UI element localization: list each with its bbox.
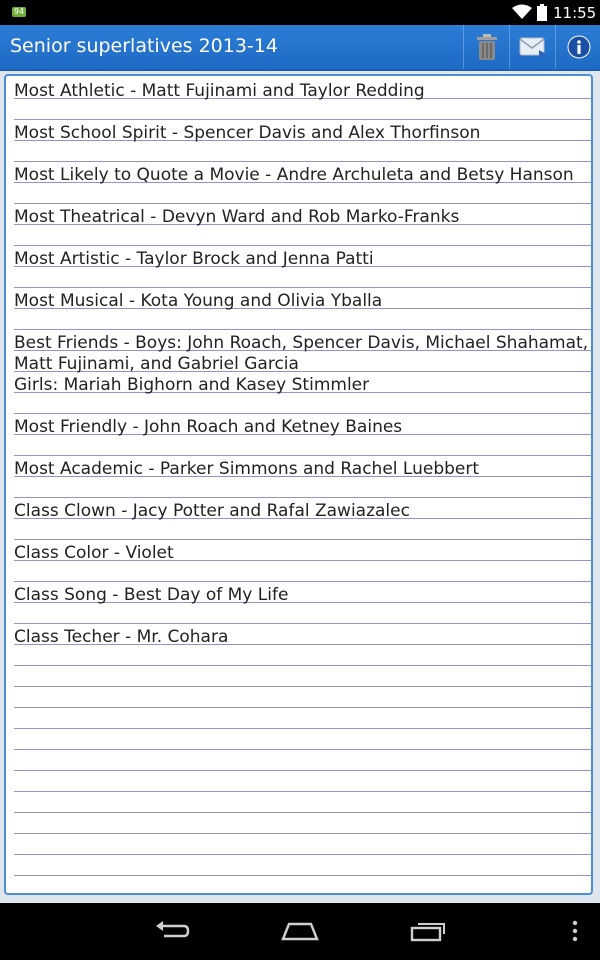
note-text-line: Most School Spirit - Spencer Davis and A… (14, 123, 481, 143)
ruled-line (14, 161, 591, 162)
back-icon (156, 921, 190, 938)
note-text-line: Most Musical - Kota Young and Olivia Yba… (14, 291, 383, 311)
ruled-line (14, 665, 591, 666)
ruled-line (14, 728, 591, 729)
ruled-line (14, 833, 591, 834)
ruled-line (14, 791, 591, 792)
note-text-line: Class Clown - Jacy Potter and Rafal Zawi… (14, 501, 410, 521)
ruled-line (14, 539, 591, 540)
ruled-line (14, 119, 591, 120)
note-text-line: Class Techer - Mr. Cohara (14, 627, 229, 647)
ruled-line (14, 875, 591, 876)
ruled-line (14, 749, 591, 750)
ruled-line (14, 686, 591, 687)
status-clock: 11:55 (553, 4, 597, 22)
mail-icon (519, 37, 546, 58)
info-button[interactable] (555, 25, 600, 69)
ruled-line (14, 329, 591, 330)
recent-apps-icon (410, 923, 445, 942)
ruled-line (14, 203, 591, 204)
note-text-line: Girls: Mariah Bighorn and Kasey Stimmler (14, 375, 370, 395)
status-bar: 94 11:55 (0, 0, 600, 25)
ruled-line (14, 770, 591, 771)
ruled-line (14, 245, 591, 246)
note-title[interactable]: Senior superlatives 2013-14 (10, 35, 278, 57)
ruled-line (14, 854, 591, 855)
note-text-line: Class Color - Violet (14, 543, 174, 563)
home-button[interactable] (275, 913, 325, 949)
battery-level-badge: 94 (12, 7, 26, 17)
ruled-line (14, 413, 591, 414)
back-button[interactable] (147, 913, 197, 949)
info-icon (567, 35, 590, 59)
overflow-menu-button[interactable] (560, 913, 590, 949)
note-text-line: Matt Fujinami, and Gabriel Garcia (14, 354, 299, 374)
email-button[interactable] (509, 25, 555, 69)
ruled-line (14, 455, 591, 456)
note-text-line: Most Academic - Parker Simmons and Rache… (14, 459, 480, 479)
wifi-icon (512, 4, 532, 19)
home-icon (281, 922, 319, 941)
ruled-line (14, 707, 591, 708)
note-editor[interactable]: Most Athletic - Matt Fujinami and Taylor… (4, 74, 593, 895)
navigation-bar (0, 903, 600, 960)
note-text-line: Most Friendly - John Roach and Ketney Ba… (14, 417, 403, 437)
note-text-line: Most Theatrical - Devyn Ward and Rob Mar… (14, 207, 460, 227)
note-text-line: Most Artistic - Taylor Brock and Jenna P… (14, 249, 374, 269)
ruled-line (14, 287, 591, 288)
overflow-menu-icon (572, 920, 578, 942)
note-text-line: Best Friends - Boys: John Roach, Spencer… (14, 333, 589, 353)
ruled-line (14, 812, 591, 813)
ruled-line (14, 581, 591, 582)
recent-apps-button[interactable] (403, 913, 453, 949)
trash-icon (476, 34, 497, 60)
ruled-line (14, 497, 591, 498)
action-bar: Senior superlatives 2013-14 (0, 25, 600, 71)
note-text-line: Class Song - Best Day of My Life (14, 585, 289, 605)
ruled-line (14, 623, 591, 624)
delete-button[interactable] (463, 25, 509, 69)
note-text-line: Most Athletic - Matt Fujinami and Taylor… (14, 81, 425, 101)
content-area: Most Athletic - Matt Fujinami and Taylor… (0, 71, 600, 903)
note-text-line: Most Likely to Quote a Movie - Andre Arc… (14, 165, 574, 185)
battery-icon (537, 4, 547, 21)
